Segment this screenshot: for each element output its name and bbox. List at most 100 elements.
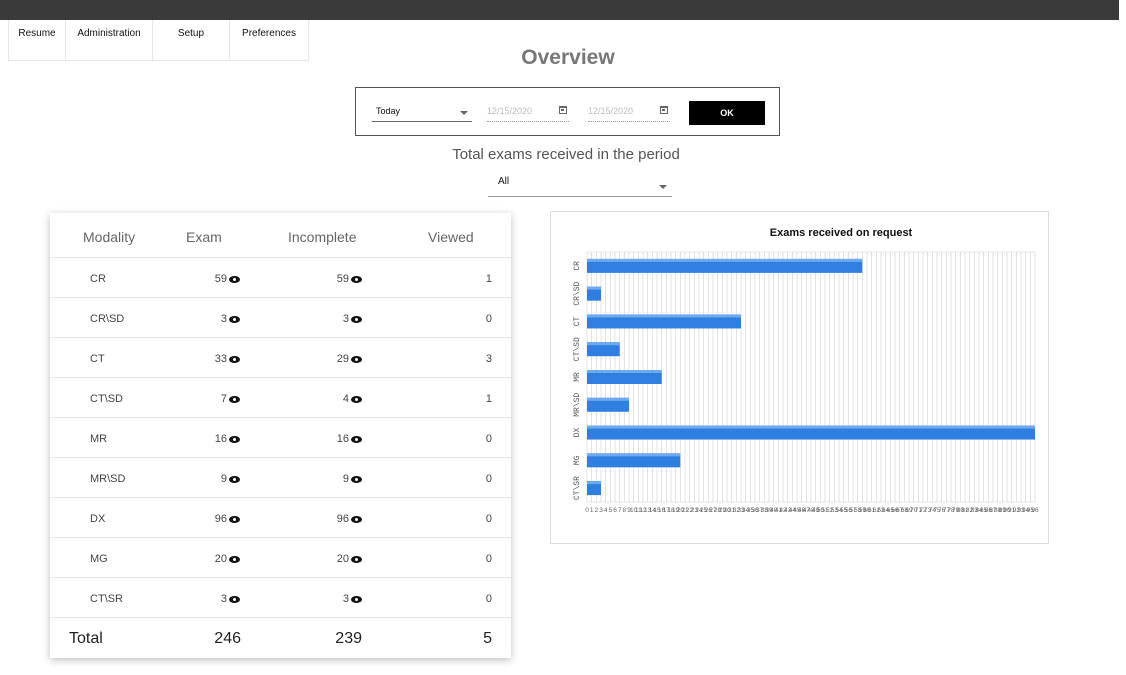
cell-exam-value: 3 (220, 593, 227, 605)
eye-icon[interactable] (229, 475, 240, 483)
x-tick-label: 2 (595, 507, 599, 514)
x-tick-label: 5 (609, 507, 613, 514)
date-from-value: 12/15/2020 (487, 106, 533, 116)
cell-modality: CR (90, 273, 106, 285)
table-row: CR\SD 3 3 0 (50, 297, 511, 338)
header-modality: Modality (83, 229, 136, 245)
calendar-icon[interactable] (660, 106, 668, 114)
eye-icon[interactable] (351, 275, 362, 283)
cell-exam-value: 7 (220, 393, 227, 405)
total-exam: 246 (214, 630, 241, 647)
cell-viewed: 1 (485, 273, 492, 285)
eye-icon[interactable] (351, 475, 362, 483)
cell-exam: 96 (200, 513, 240, 525)
y-tick-label: CT (573, 316, 582, 326)
cell-viewed: 0 (485, 593, 492, 605)
cell-exam-value: 16 (214, 433, 227, 445)
eye-icon[interactable] (351, 515, 362, 523)
bar-highlight (587, 286, 601, 290)
table-row: CR 59 59 1 (50, 257, 511, 298)
cell-exam: 7 (200, 393, 240, 405)
cell-incomplete-value: 3 (342, 313, 349, 325)
bar-highlight (587, 314, 741, 318)
cell-exam-value: 59 (214, 273, 227, 285)
cell-viewed: 0 (485, 433, 492, 445)
eye-icon[interactable] (229, 315, 240, 323)
cell-modality: MR\SD (90, 473, 126, 485)
period-select-value: Today (376, 106, 401, 116)
cell-incomplete: 3 (320, 313, 362, 325)
x-tick-label: 1 (590, 507, 594, 514)
x-tick-label: 7 (618, 507, 622, 514)
cell-viewed: 0 (485, 553, 492, 565)
top-bar (0, 0, 1126, 20)
cell-modality: DX (90, 513, 106, 525)
eye-icon[interactable] (229, 435, 240, 443)
cell-viewed: 1 (485, 393, 492, 405)
y-tick-label: CT\SR (573, 476, 582, 500)
date-to-field[interactable]: 12/15/2020 (588, 102, 670, 122)
table-row: MR\SD 9 9 0 (50, 457, 511, 498)
cell-incomplete-value: 4 (342, 393, 349, 405)
table-row: CT\SD 7 4 1 (50, 377, 511, 418)
bar-highlight (587, 453, 681, 457)
eye-icon[interactable] (229, 355, 240, 363)
header-exam: Exam (186, 229, 222, 245)
eye-icon[interactable] (229, 515, 240, 523)
cell-incomplete: 16 (320, 433, 362, 445)
scope-select[interactable]: All (488, 172, 672, 197)
table-row: MR 16 16 0 (50, 417, 511, 458)
eye-icon[interactable] (229, 275, 240, 283)
bar-highlight (587, 397, 629, 401)
cell-exam-value: 96 (214, 513, 227, 525)
cell-exam: 3 (200, 313, 240, 325)
eye-icon[interactable] (229, 395, 240, 403)
eye-icon[interactable] (351, 435, 362, 443)
cell-incomplete-value: 9 (342, 473, 349, 485)
y-tick-label: MG (573, 455, 582, 465)
cell-modality: CT\SD (90, 393, 123, 405)
period-select[interactable]: Today (372, 102, 472, 122)
cell-incomplete-value: 16 (336, 433, 349, 445)
cell-incomplete-value: 20 (336, 553, 349, 565)
y-tick-label: CR\SD (573, 281, 582, 305)
eye-icon[interactable] (351, 555, 362, 563)
eye-icon[interactable] (351, 395, 362, 403)
x-tick-label: 4 (604, 507, 608, 514)
cell-incomplete: 96 (320, 513, 362, 525)
total-incomplete: 239 (335, 630, 362, 647)
eye-icon[interactable] (351, 355, 362, 363)
table-row: CT 33 29 3 (50, 337, 511, 378)
x-tick-label: 96 (1031, 507, 1039, 514)
eye-icon[interactable] (229, 595, 240, 603)
eye-icon[interactable] (351, 595, 362, 603)
eye-icon[interactable] (351, 315, 362, 323)
cell-incomplete-value: 3 (342, 593, 349, 605)
scope-select-value: All (498, 176, 510, 187)
x-tick-label: 6 (613, 507, 617, 514)
cell-viewed: 0 (485, 473, 492, 485)
cell-exam: 3 (200, 593, 240, 605)
right-edge (1119, 0, 1126, 675)
calendar-icon[interactable] (559, 106, 567, 114)
nav-preferences-label: Preferences (242, 27, 296, 39)
y-tick-label: MR (573, 372, 582, 382)
bar-highlight (587, 342, 620, 346)
bar-highlight (587, 258, 863, 262)
y-tick-label: MR\SD (573, 393, 582, 417)
cell-exam: 16 (200, 433, 240, 445)
cell-exam-value: 20 (214, 553, 227, 565)
date-from-field[interactable]: 12/15/2020 (487, 102, 569, 122)
cell-incomplete-value: 96 (336, 513, 349, 525)
cell-exam: 59 (200, 273, 240, 285)
cell-exam: 33 (200, 353, 240, 365)
header-incomplete: Incomplete (288, 229, 357, 245)
table-row: DX 96 96 0 (50, 497, 511, 538)
date-to-value: 12/15/2020 (588, 106, 634, 116)
ok-button[interactable]: OK (689, 101, 765, 125)
y-tick-label: DX (573, 428, 582, 438)
nav-setup-label: Setup (177, 27, 205, 39)
eye-icon[interactable] (229, 555, 240, 563)
table-header: Modality Exam Incomplete Viewed (50, 213, 511, 257)
x-tick-label: 8 (623, 507, 627, 514)
